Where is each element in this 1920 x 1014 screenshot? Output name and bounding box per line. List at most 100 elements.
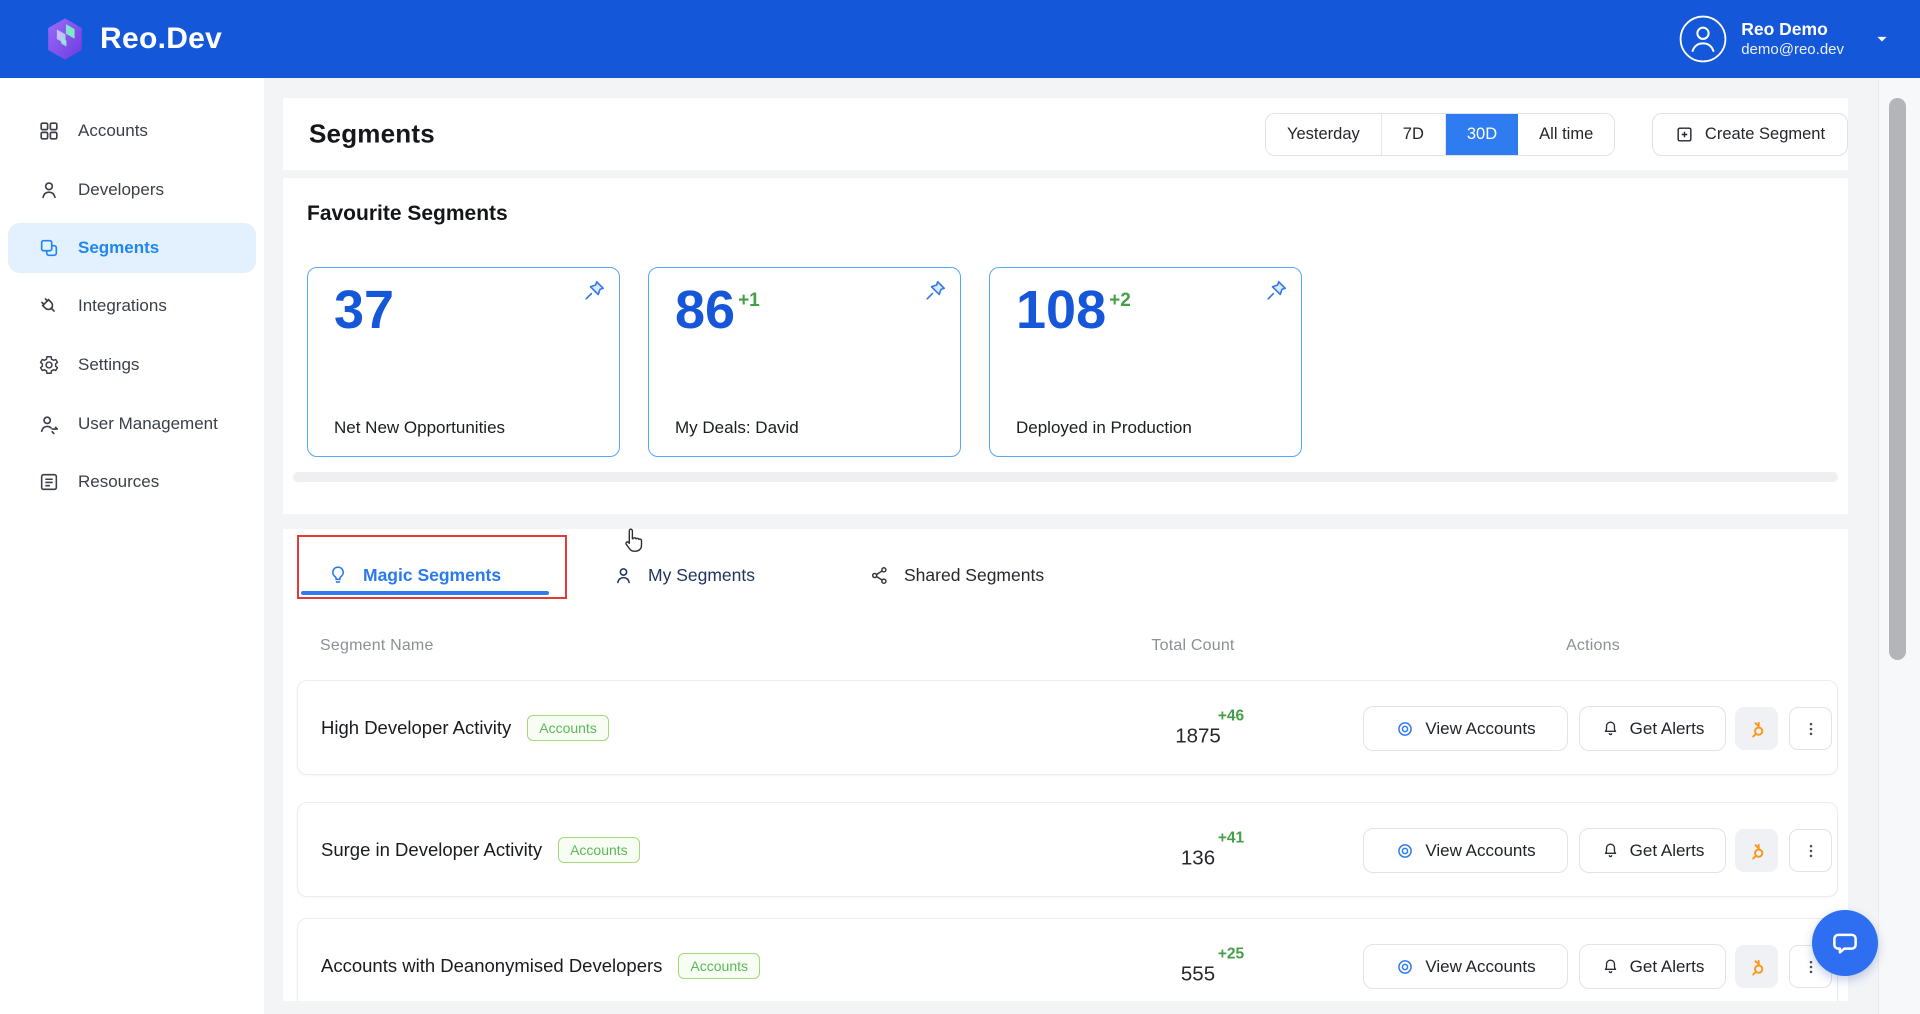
sidebar-item-settings[interactable]: Settings [8,340,256,390]
total-count: +46 1875 [1128,707,1268,748]
segments-table-panel: Magic Segments My Segments Shared Segmen… [283,529,1848,1001]
hubspot-sync-button[interactable] [1735,829,1778,872]
person-icon [613,565,634,586]
brand-logo[interactable]: Reo.Dev [42,16,222,62]
app-screen: Reo.Dev Reo Demo demo@reo.dev Account [0,0,1920,1014]
total-count: +25 555 [1128,945,1268,986]
hubspot-sync-button[interactable] [1735,707,1778,750]
kebab-menu-icon [1802,720,1820,738]
column-header-segment-name: Segment Name [320,637,434,655]
favourite-delta: +2 [1109,290,1131,312]
page-title: Segments [309,119,435,150]
time-filter-7d[interactable]: 7D [1382,114,1446,155]
lightbulb-icon [327,564,349,586]
view-accounts-label: View Accounts [1425,957,1535,977]
segment-name: High Developer Activity [321,717,511,739]
tab-label: My Segments [648,565,755,586]
sidebar-item-label: Integrations [78,296,167,316]
chat-bubble-icon [1830,928,1860,958]
grid-icon [38,120,60,142]
row-menu-button[interactable] [1789,829,1832,872]
hubspot-sync-button[interactable] [1735,945,1778,988]
sidebar: Accounts Developers Segments [0,78,264,1014]
segment-name: Surge in Developer Activity [321,839,542,861]
count-delta: +25 [1218,945,1244,963]
chat-widget-button[interactable] [1812,910,1878,976]
sidebar-item-accounts[interactable]: Accounts [8,106,256,156]
top-header: Reo.Dev Reo Demo demo@reo.dev [0,0,1920,78]
user-arrows-icon [38,413,60,435]
view-accounts-label: View Accounts [1425,719,1535,739]
tab-shared-segments[interactable]: Shared Segments [869,555,1044,595]
sidebar-item-label: Developers [78,180,164,200]
plug-icon [38,295,60,317]
time-filter-all-time[interactable]: All time [1518,114,1614,155]
view-accounts-button[interactable]: View Accounts [1363,706,1568,751]
view-accounts-label: View Accounts [1425,841,1535,861]
segment-type-badge: Accounts [678,953,760,979]
time-filter: Yesterday 7D 30D All time [1265,113,1615,156]
favourite-card-net-new-opportunities[interactable]: 37 Net New Opportunities [307,267,620,457]
column-header-total-count: Total Count [1128,637,1258,655]
sidebar-item-label: User Management [78,414,218,434]
pin-icon[interactable] [1263,278,1289,304]
segment-type-badge: Accounts [558,837,640,863]
user-menu[interactable]: Reo Demo demo@reo.dev [1679,0,1892,78]
sidebar-item-label: Accounts [78,121,148,141]
get-alerts-label: Get Alerts [1630,841,1705,861]
plus-square-icon [1675,125,1694,144]
count-value: 1875 [1175,725,1221,749]
tab-my-segments[interactable]: My Segments [613,555,755,595]
user-email: demo@reo.dev [1741,41,1844,60]
time-filter-yesterday[interactable]: Yesterday [1266,114,1382,155]
view-accounts-button[interactable]: View Accounts [1363,944,1568,989]
vertical-scrollbar-track[interactable] [1878,78,1920,1014]
eye-icon [1395,841,1415,861]
pin-icon[interactable] [922,278,948,304]
avatar-icon [1679,15,1727,63]
get-alerts-button[interactable]: Get Alerts [1579,828,1726,873]
tab-label: Shared Segments [904,565,1044,586]
segment-type-badge: Accounts [527,715,609,741]
chevron-down-icon [1872,29,1892,49]
eye-icon [1395,719,1415,739]
active-tab-underline [301,591,549,595]
sidebar-item-segments[interactable]: Segments [8,223,256,273]
favourite-card-my-deals-david[interactable]: 86 +1 My Deals: David [648,267,961,457]
total-count: +41 136 [1128,829,1268,870]
table-row: Accounts with Deanonymised Developers Ac… [297,918,1838,1001]
sidebar-item-resources[interactable]: Resources [8,457,256,507]
favourites-horizontal-scrollbar[interactable] [293,472,1838,482]
sidebar-item-integrations[interactable]: Integrations [8,281,256,331]
time-filter-30d[interactable]: 30D [1446,114,1518,155]
hubspot-icon [1746,840,1768,862]
get-alerts-label: Get Alerts [1630,719,1705,739]
count-delta: +41 [1218,829,1244,847]
segment-name: Accounts with Deanonymised Developers [321,955,662,977]
sidebar-item-developers[interactable]: Developers [8,165,256,215]
pin-icon[interactable] [581,278,607,304]
logo-hexagon-icon [42,16,88,62]
segments-icon [38,237,60,259]
count-value: 555 [1181,963,1215,987]
row-menu-button[interactable] [1789,707,1832,750]
share-icon [869,565,890,586]
favourite-value: 108 [1016,282,1106,339]
page-header-band: Segments Yesterday 7D 30D All time Creat… [283,98,1848,170]
favourite-label: Net New Opportunities [334,418,505,438]
get-alerts-button[interactable]: Get Alerts [1579,944,1726,989]
favourite-card-deployed-in-production[interactable]: 108 +2 Deployed in Production [989,267,1302,457]
sidebar-item-label: Settings [78,355,139,375]
favourite-label: Deployed in Production [1016,418,1192,438]
vertical-scrollbar-thumb[interactable] [1889,98,1906,660]
favourite-delta: +1 [738,290,760,312]
get-alerts-button[interactable]: Get Alerts [1579,706,1726,751]
view-accounts-button[interactable]: View Accounts [1363,828,1568,873]
favourite-label: My Deals: David [675,418,799,438]
get-alerts-label: Get Alerts [1630,957,1705,977]
column-header-actions: Actions [1528,637,1658,655]
list-icon [38,471,60,493]
sidebar-item-user-management[interactable]: User Management [8,399,256,449]
create-segment-button[interactable]: Create Segment [1652,113,1848,156]
tab-magic-segments[interactable]: Magic Segments [327,555,501,595]
